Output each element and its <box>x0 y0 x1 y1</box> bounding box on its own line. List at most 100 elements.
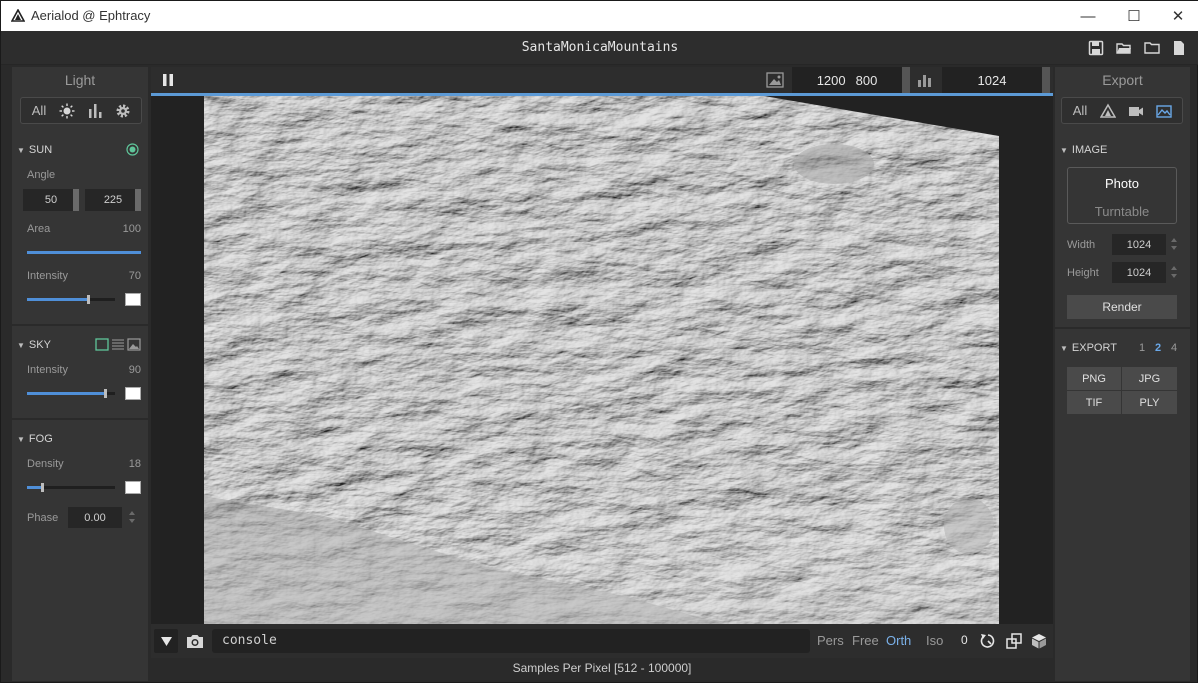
image-icon <box>1156 104 1172 118</box>
sun-enabled-radio-icon[interactable] <box>126 143 139 156</box>
console-toggle-button[interactable] <box>154 629 178 653</box>
cube-icon[interactable] <box>1031 633 1047 649</box>
scale-option-1[interactable]: 1 <box>1139 342 1145 354</box>
export-section-header[interactable]: ▼ EXPORT <box>1060 342 1117 354</box>
fog-phase-input[interactable]: 0.00 <box>68 507 122 528</box>
sun-angle-azimuth-input[interactable]: 225 <box>85 189 141 211</box>
scale-option-2[interactable]: 2 <box>1155 342 1161 354</box>
tab-sun[interactable] <box>55 100 79 122</box>
sun-section-header[interactable]: ▼ SUN <box>17 144 52 156</box>
folder-icon[interactable] <box>1144 40 1160 56</box>
camera-icon[interactable] <box>186 633 204 649</box>
sun-intensity-label: Intensity <box>27 270 68 282</box>
export-height-label: Height <box>1067 267 1099 279</box>
height-stepper-icon[interactable] <box>1170 265 1178 279</box>
sun-angle-azimuth-handle[interactable] <box>135 189 141 211</box>
sun-icon <box>59 103 75 118</box>
camera-mode-iso[interactable]: Iso <box>926 633 943 648</box>
light-panel: Light All ▼ SUN Angle 50 225 Area 100 In… <box>12 67 148 681</box>
document-title: SantaMonicaMountains <box>521 40 679 55</box>
image-section-header[interactable]: ▼ IMAGE <box>1060 144 1107 156</box>
open-folder-icon[interactable] <box>1116 40 1132 56</box>
samples-field-handle[interactable] <box>1042 67 1050 93</box>
collapse-triangle-icon: ▼ <box>17 340 25 350</box>
close-button[interactable]: ✕ <box>1155 1 1198 31</box>
sun-area-slider[interactable] <box>27 251 141 254</box>
sun-area-value: 100 <box>122 223 141 235</box>
scale-option-4[interactable]: 4 <box>1171 342 1177 354</box>
minimize-button[interactable]: — <box>1065 1 1111 31</box>
export-width-input[interactable]: 1024 <box>1112 234 1166 255</box>
mode-photo[interactable]: Photo <box>1068 176 1176 191</box>
image-size-icon[interactable] <box>766 72 784 88</box>
camera-mode-pers[interactable]: Pers <box>817 633 844 648</box>
sky-color-swatch[interactable] <box>125 387 141 400</box>
collapse-triangle-icon: ▼ <box>1060 343 1068 353</box>
camera-step-value[interactable]: 0 <box>961 633 968 647</box>
triangle-down-icon <box>160 636 172 646</box>
sky-header-label: SKY <box>28 339 51 351</box>
camera-mode-free[interactable]: Free <box>852 633 879 648</box>
collapse-triangle-icon: ▼ <box>17 434 25 444</box>
fog-color-swatch[interactable] <box>125 481 141 494</box>
slider-knob[interactable] <box>86 295 90 304</box>
tab-histogram[interactable] <box>83 100 107 122</box>
sun-intensity-slider[interactable] <box>27 295 115 304</box>
sky-uniform-icon[interactable] <box>95 338 109 351</box>
sky-intensity-label: Intensity <box>27 364 68 376</box>
fog-density-slider[interactable] <box>27 483 115 492</box>
fog-header-label: FOG <box>28 433 53 445</box>
file-icon[interactable] <box>1171 40 1187 56</box>
export-ply-button[interactable]: PLY <box>1122 391 1177 414</box>
export-height-input[interactable]: 1024 <box>1112 262 1166 283</box>
tab-video[interactable] <box>1124 100 1148 122</box>
render-viewport[interactable] <box>151 96 1053 624</box>
phase-stepper-icon[interactable] <box>128 510 136 524</box>
tab-all[interactable]: All <box>1068 100 1092 122</box>
fog-phase-label: Phase <box>27 512 59 524</box>
sun-angle-elevation-input[interactable]: 50 <box>23 189 79 211</box>
reset-view-icon[interactable] <box>980 633 996 649</box>
sun-angle-elevation-handle[interactable] <box>73 189 79 211</box>
tab-model[interactable] <box>1096 100 1120 122</box>
light-panel-title: Light <box>64 72 96 88</box>
samples-per-pixel-field[interactable]: 1024 <box>942 67 1042 93</box>
console-input[interactable]: console <box>212 629 810 653</box>
sun-area-label: Area <box>27 223 51 235</box>
sky-intensity-slider[interactable] <box>27 389 115 398</box>
sun-intensity-value: 70 <box>128 270 141 282</box>
application-window: Aerialod @ Ephtracy — ☐ ✕ SantaMonicaMou… <box>0 0 1198 683</box>
render-button[interactable]: Render <box>1067 295 1177 319</box>
grid-view-icon[interactable] <box>1006 633 1022 649</box>
sun-color-swatch[interactable] <box>125 293 141 306</box>
pause-icon[interactable] <box>162 73 174 87</box>
sky-gradient-icon[interactable] <box>111 338 125 351</box>
viewport-height-value[interactable]: 800 <box>856 73 878 88</box>
samples-bar-chart-icon[interactable] <box>917 72 933 88</box>
camera-mode-orth[interactable]: Orth <box>886 633 911 648</box>
window-title-bar: Aerialod @ Ephtracy — ☐ ✕ <box>1 1 1198 31</box>
viewport-bottom-bar: console Pers Free Orth Iso 0 <box>151 624 1053 658</box>
export-panel-title: Export <box>1102 72 1143 88</box>
tab-all[interactable]: All <box>27 100 51 122</box>
sky-section-header[interactable]: ▼ SKY <box>17 339 51 351</box>
maximize-button[interactable]: ☐ <box>1111 1 1157 31</box>
save-icon[interactable] <box>1088 40 1104 56</box>
terrain-render-image <box>204 96 999 624</box>
sky-image-icon[interactable] <box>127 338 141 351</box>
export-tif-button[interactable]: TIF <box>1067 391 1121 414</box>
export-jpg-button[interactable]: JPG <box>1122 367 1177 390</box>
export-width-label: Width <box>1067 239 1096 251</box>
tab-image[interactable] <box>1152 100 1176 122</box>
tab-settings[interactable] <box>111 100 135 122</box>
size-field-handle[interactable] <box>902 67 910 93</box>
slider-knob[interactable] <box>104 389 108 398</box>
width-stepper-icon[interactable] <box>1170 237 1178 251</box>
fog-density-label: Density <box>27 458 64 470</box>
export-png-button[interactable]: PNG <box>1067 367 1121 390</box>
viewport-width-value[interactable]: 1200 <box>817 73 846 88</box>
slider-knob[interactable] <box>40 483 44 492</box>
fog-section-header[interactable]: ▼ FOG <box>17 433 53 445</box>
mode-turntable[interactable]: Turntable <box>1068 204 1176 219</box>
viewport-size-field[interactable]: 1200 800 <box>792 67 902 93</box>
